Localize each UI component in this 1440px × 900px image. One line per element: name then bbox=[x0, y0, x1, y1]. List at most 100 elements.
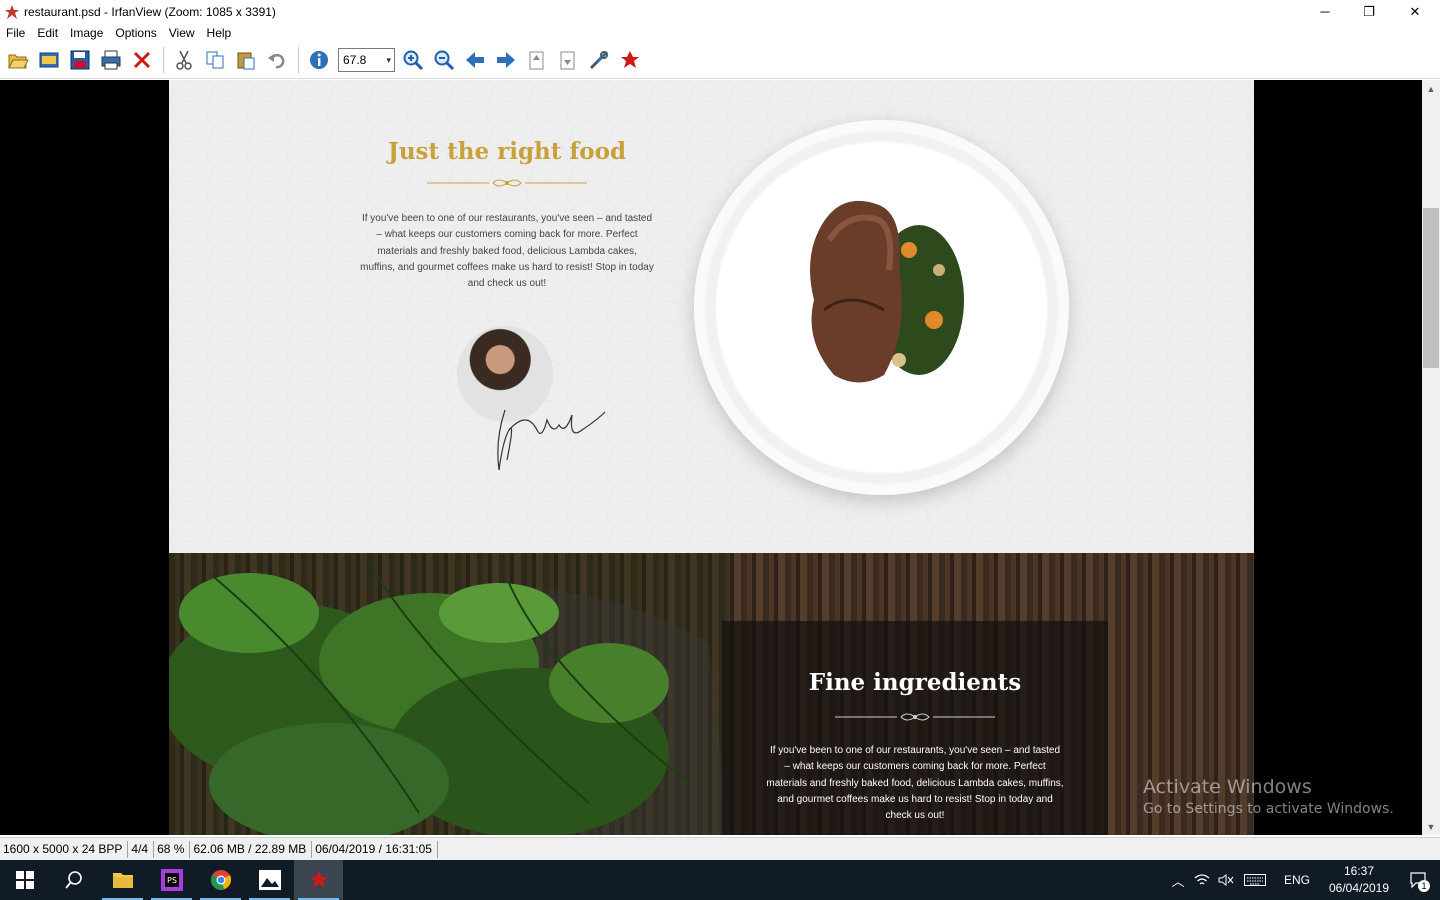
properties-icon bbox=[589, 50, 609, 70]
properties-button[interactable] bbox=[584, 45, 614, 75]
page-down-icon bbox=[560, 51, 575, 70]
folder-icon bbox=[112, 873, 133, 888]
title-bar: restaurant.psd - IrfanView (Zoom: 1085 x… bbox=[0, 0, 1440, 23]
steak-image bbox=[810, 200, 964, 383]
start-button[interactable] bbox=[0, 860, 49, 900]
zoom-out-icon bbox=[434, 50, 455, 71]
input-language[interactable]: ENG bbox=[1272, 873, 1322, 887]
zoom-combo[interactable]: 67.8 ▾ bbox=[338, 48, 395, 72]
section-fine-ingredients: Fine ingredients If you've been to one o… bbox=[169, 553, 1254, 835]
clock-time: 16:37 bbox=[1343, 864, 1375, 878]
paste-icon bbox=[237, 52, 255, 70]
save-button[interactable] bbox=[65, 45, 95, 75]
section-right-food: Just the right food If you've been to on… bbox=[169, 80, 1254, 553]
section-title: Just the right food bbox=[387, 138, 627, 165]
notification-count: 1 bbox=[1418, 880, 1430, 892]
zoom-in-button[interactable] bbox=[398, 45, 428, 75]
thumbnails-button[interactable] bbox=[34, 45, 64, 75]
delete-button[interactable] bbox=[127, 45, 157, 75]
minimize-button[interactable]: ─ bbox=[1302, 0, 1348, 23]
open-button[interactable] bbox=[3, 45, 33, 75]
page-up-button[interactable] bbox=[522, 45, 552, 75]
system-tray: ︿ ENG 16:37 06/04/2019 1 bbox=[1166, 860, 1440, 900]
show-hidden-icons-chevron-icon[interactable]: ︿ bbox=[1166, 860, 1190, 900]
chrome-icon bbox=[210, 870, 231, 890]
print-button[interactable] bbox=[96, 45, 126, 75]
taskbar-photos[interactable] bbox=[245, 860, 294, 900]
menu-edit[interactable]: Edit bbox=[31, 26, 64, 40]
svg-text:PS: PS bbox=[167, 876, 177, 885]
info-button[interactable] bbox=[304, 45, 334, 75]
toolbar-separator bbox=[163, 47, 164, 73]
section-paragraph: If you've been to one of our restaurants… bbox=[766, 745, 1064, 822]
status-bar: 1600 x 5000 x 24 BPP 4/4 68 % 62.06 MB /… bbox=[0, 837, 1440, 860]
activation-watermark-subtitle: Go to Settings to activate Windows. bbox=[1143, 801, 1394, 817]
menu-bar: File Edit Image Options View Help bbox=[0, 23, 1440, 42]
undo-button[interactable] bbox=[262, 45, 292, 75]
previous-button[interactable] bbox=[460, 45, 490, 75]
next-button[interactable] bbox=[491, 45, 521, 75]
scrollbar-thumb[interactable] bbox=[1423, 208, 1439, 368]
status-memory: 62.06 MB / 22.89 MB bbox=[190, 840, 313, 858]
windows-logo-icon bbox=[15, 871, 34, 889]
paste-button[interactable] bbox=[231, 45, 261, 75]
open-icon bbox=[8, 54, 29, 69]
keyboard-icon[interactable] bbox=[1238, 860, 1272, 900]
image-viewport[interactable]: Just the right food If you've been to on… bbox=[0, 80, 1422, 835]
status-zoom: 68 % bbox=[154, 840, 191, 858]
taskbar-chrome[interactable] bbox=[196, 860, 245, 900]
ornament-divider bbox=[427, 179, 587, 187]
irfanview-app-icon bbox=[5, 4, 19, 19]
status-page: 4/4 bbox=[128, 840, 155, 858]
ornament-divider bbox=[835, 713, 995, 721]
section-title: Fine ingredients bbox=[808, 669, 1022, 696]
irfanview-icon bbox=[309, 871, 328, 888]
close-button[interactable]: ✕ bbox=[1392, 0, 1438, 23]
taskbar-file-explorer[interactable] bbox=[98, 860, 147, 900]
basil-image bbox=[169, 553, 729, 835]
info-icon bbox=[310, 51, 328, 69]
scroll-down-arrow-icon[interactable]: ▼ bbox=[1422, 818, 1440, 835]
menu-help[interactable]: Help bbox=[201, 26, 238, 40]
photos-icon bbox=[258, 870, 281, 890]
menu-options[interactable]: Options bbox=[109, 26, 162, 40]
page-down-button[interactable] bbox=[553, 45, 583, 75]
page-up-icon bbox=[529, 51, 544, 70]
taskbar-phpstorm[interactable]: PS bbox=[147, 860, 196, 900]
search-button[interactable] bbox=[49, 860, 98, 900]
wifi-icon[interactable] bbox=[1190, 860, 1214, 900]
search-icon bbox=[64, 871, 82, 889]
taskbar: PS ︿ ENG 16:37 06/04/2019 1 bbox=[0, 860, 1440, 900]
about-button[interactable] bbox=[615, 45, 645, 75]
menu-file[interactable]: File bbox=[0, 26, 31, 40]
taskbar-irfanview[interactable] bbox=[294, 860, 343, 900]
volume-muted-icon[interactable] bbox=[1214, 860, 1238, 900]
menu-image[interactable]: Image bbox=[64, 26, 109, 40]
toolbar: 67.8 ▾ bbox=[0, 42, 1440, 79]
copy-button[interactable] bbox=[200, 45, 230, 75]
previous-icon bbox=[466, 52, 484, 68]
ingredients-card: Fine ingredients If you've been to one o… bbox=[722, 621, 1108, 835]
toolbar-separator bbox=[298, 47, 299, 73]
activation-watermark-title: Activate Windows bbox=[1143, 776, 1312, 798]
scroll-up-arrow-icon[interactable]: ▲ bbox=[1422, 80, 1440, 97]
menu-view[interactable]: View bbox=[163, 26, 201, 40]
vertical-scrollbar[interactable]: ▲ ▼ bbox=[1422, 80, 1440, 835]
action-center-button[interactable]: 1 bbox=[1396, 860, 1440, 900]
next-icon bbox=[497, 52, 515, 68]
clock[interactable]: 16:37 06/04/2019 bbox=[1322, 863, 1396, 897]
status-dimensions: 1600 x 5000 x 24 BPP bbox=[0, 840, 129, 858]
delete-icon bbox=[133, 51, 151, 69]
phpstorm-icon: PS bbox=[160, 869, 183, 891]
zoom-value: 67.8 bbox=[343, 53, 367, 67]
cut-icon bbox=[176, 50, 192, 70]
restore-button[interactable]: ❐ bbox=[1346, 0, 1392, 23]
zoom-in-icon bbox=[403, 50, 424, 71]
window-title: restaurant.psd - IrfanView (Zoom: 1085 x… bbox=[24, 4, 276, 19]
cut-button[interactable] bbox=[169, 45, 199, 75]
irfanview-icon bbox=[621, 51, 639, 68]
clock-date: 06/04/2019 bbox=[1328, 881, 1390, 895]
zoom-out-button[interactable] bbox=[429, 45, 459, 75]
copy-icon bbox=[206, 51, 224, 69]
section-paragraph: If you've been to one of our restaurants… bbox=[360, 213, 654, 290]
